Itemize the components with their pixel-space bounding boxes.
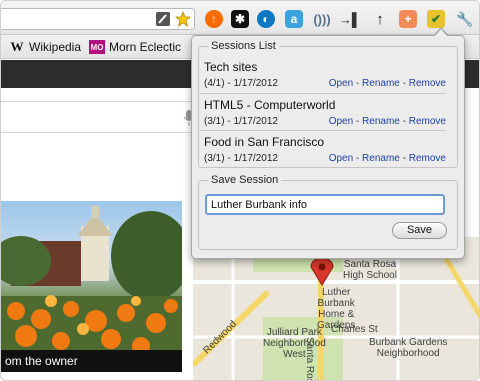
sessions-popup: Sessions List Tech sites (4/1) - 1/17/20… — [191, 35, 465, 259]
wrench-pencil-icon[interactable] — [155, 11, 171, 27]
session-name-input[interactable] — [205, 194, 445, 215]
action-separator: - — [353, 116, 363, 127]
session-divider — [200, 93, 446, 94]
bookmark-label: Morn Eclectic — [109, 40, 182, 54]
save-button[interactable]: Save — [392, 222, 447, 239]
garden-photo — [1, 201, 182, 371]
dock-arrow-icon[interactable]: →▌ — [339, 10, 361, 28]
wikipedia-w-icon: W — [10, 39, 24, 54]
session-row: Tech sites (4/1) - 1/17/2012 Open - Rena… — [200, 60, 446, 96]
session-remove-link[interactable]: Remove — [409, 78, 446, 89]
plus-orange-icon[interactable]: + — [399, 10, 417, 28]
bookmark-morn-eclectic[interactable]: MO Morn Eclectic — [89, 39, 181, 55]
popup-arrow-fill — [434, 29, 448, 37]
bookmark-wikipedia[interactable]: W Wikipedia — [9, 39, 82, 55]
save-session-title: Save Session — [211, 174, 279, 186]
session-remove-link[interactable]: Remove — [409, 116, 446, 127]
session-name: HTML5 - Computerworld — [204, 98, 336, 112]
session-name: Food in San Francisco — [204, 135, 325, 149]
wrench-icon[interactable]: 🔧 — [456, 10, 474, 28]
bookmark-label: Wikipedia — [29, 40, 82, 54]
map-label-santa-rosa-hs: Santa Rosa High School — [343, 259, 397, 281]
session-date: (4/1) - 1/17/2012 — [204, 78, 278, 89]
session-rename-link[interactable]: Rename — [362, 153, 400, 164]
session-basket-icon[interactable]: ✔ — [427, 10, 445, 28]
map-label-burbank-gardens: Burbank Gardens Neighborhood — [369, 337, 448, 359]
search-field[interactable] — [1, 101, 199, 133]
action-separator: - — [353, 78, 363, 89]
action-separator: - — [399, 78, 409, 89]
session-row: HTML5 - Computerworld (3/1) - 1/17/2012 … — [200, 98, 446, 134]
action-separator: - — [353, 153, 363, 164]
session-date: (3/1) - 1/17/2012 — [204, 116, 278, 127]
session-open-link[interactable]: Open — [329, 116, 353, 127]
star-icon[interactable] — [174, 10, 192, 27]
sound-wave-icon[interactable]: ())) — [313, 10, 331, 28]
action-separator: - — [399, 116, 409, 127]
map-label-julliard-park: Julliard Park Neighborhood West — [263, 327, 326, 360]
session-row: Food in San Francisco (3/1) - 1/17/2012 … — [200, 135, 446, 171]
up-arrow-icon[interactable]: ↑ — [371, 10, 389, 28]
orange-ext-icon[interactable]: ↑ — [205, 10, 223, 28]
blue-circle-icon[interactable]: ◐ — [257, 10, 275, 28]
session-actions: Open - Rename - Remove — [329, 153, 446, 164]
session-rename-link[interactable]: Rename — [362, 116, 400, 127]
map-label-santa-rosa-ave: Santa Rosa — [304, 337, 315, 381]
session-divider — [200, 130, 446, 131]
session-remove-link[interactable]: Remove — [409, 153, 446, 164]
map-label-charles-st: Charles St — [331, 324, 378, 335]
puzzle-dark-icon[interactable]: ✱ — [231, 10, 249, 28]
session-rename-link[interactable]: Rename — [362, 78, 400, 89]
session-actions: Open - Rename - Remove — [329, 78, 446, 89]
morn-eclectic-icon: MO — [89, 40, 105, 54]
sessions-list-title: Sessions List — [211, 40, 276, 52]
session-open-link[interactable]: Open — [329, 78, 353, 89]
browser-toolbar: ↑ ✱ ◐ a ())) →▌ ↑ + ✔ 🔧 — [1, 1, 479, 35]
browser-window: ↑ ✱ ◐ a ())) →▌ ↑ + ✔ 🔧 W Wikipedia MO M… — [0, 0, 480, 381]
session-name: Tech sites — [204, 60, 258, 74]
action-separator: - — [399, 153, 409, 164]
blue-square-icon[interactable]: a — [285, 10, 303, 28]
session-open-link[interactable]: Open — [329, 153, 353, 164]
photo-caption: om the owner — [1, 350, 182, 372]
session-actions: Open - Rename - Remove — [329, 116, 446, 127]
session-date: (3/1) - 1/17/2012 — [204, 153, 278, 164]
